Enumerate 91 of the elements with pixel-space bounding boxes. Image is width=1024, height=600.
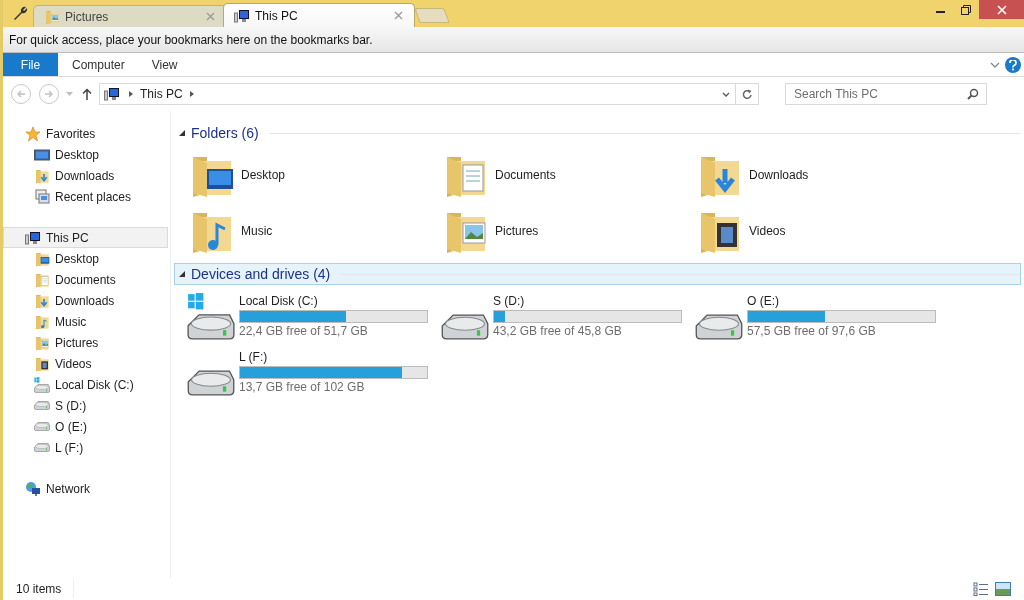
drive-icon xyxy=(441,314,489,340)
item-label: Documents xyxy=(55,271,116,289)
item-label: L (F:) xyxy=(55,439,84,457)
ribbon-tab[interactable]: File xyxy=(3,53,58,76)
folder-label[interactable]: Desktop xyxy=(241,166,286,184)
search-field[interactable]: Search This PC xyxy=(785,83,987,105)
drive-icon xyxy=(187,293,235,340)
globe-computer-icon xyxy=(25,480,41,497)
search-icon xyxy=(967,88,979,100)
details-view-icon[interactable] xyxy=(973,582,989,596)
address-bar[interactable]: This PC xyxy=(99,83,759,105)
folder-label[interactable]: Documents xyxy=(495,166,556,184)
close-icon[interactable] xyxy=(394,10,404,21)
sidebar-item[interactable]: S (D:) xyxy=(3,395,168,416)
computer-icon xyxy=(104,86,122,102)
windows-stack-icon xyxy=(34,188,50,205)
collapse-icon[interactable] xyxy=(179,271,185,277)
item-label: Recent places xyxy=(55,188,132,206)
folder-icon xyxy=(34,167,50,184)
free-space-text: 13,7 GB free of 102 GB xyxy=(239,379,366,395)
section-title: Devices and drives (4) xyxy=(191,264,331,284)
folder-icon xyxy=(34,355,50,372)
drive-label[interactable]: O (E:) xyxy=(747,293,936,309)
section-header[interactable]: Devices and drives (4) xyxy=(174,263,1021,285)
folder-label[interactable]: Downloads xyxy=(749,166,809,184)
computer-icon xyxy=(25,229,41,246)
folder-icon xyxy=(34,334,50,351)
drive-label[interactable]: S (D:) xyxy=(493,293,682,309)
folder-icon xyxy=(34,313,50,330)
folder-label[interactable]: Pictures xyxy=(495,222,539,240)
sidebar-item[interactable]: L (F:) xyxy=(3,437,168,458)
free-space-text: 43,2 GB free of 45,8 GB xyxy=(493,323,623,339)
large-icons-view-icon[interactable] xyxy=(995,582,1011,596)
computer-icon xyxy=(234,7,250,24)
section-header[interactable]: Folders (6) xyxy=(174,122,1021,144)
bookmarks-message: For quick access, place your bookmarks here on the bookmarks bar. xyxy=(9,31,373,49)
sidebar-item[interactable]: Videos xyxy=(3,353,168,374)
item-label: Music xyxy=(55,313,87,331)
folder-icon xyxy=(34,250,50,267)
sidebar-item[interactable]: Network xyxy=(3,478,168,499)
item-label: Videos xyxy=(55,355,92,373)
sidebar-item[interactable]: Downloads xyxy=(3,290,168,311)
sidebar-item[interactable]: Desktop xyxy=(3,144,168,165)
item-count: 10 items xyxy=(16,580,75,598)
drive-icon xyxy=(34,401,50,410)
drive-label[interactable]: Local Disk (C:) xyxy=(239,293,428,309)
sidebar-item[interactable]: Desktop xyxy=(3,248,168,269)
star-icon xyxy=(25,125,41,142)
sidebar-item[interactable]: Downloads xyxy=(3,165,168,186)
free-space-text: 22,4 GB free of 51,7 GB xyxy=(239,323,369,339)
free-space-text: 57,5 GB free of 97,6 GB xyxy=(747,323,877,339)
item-label: Local Disk (C:) xyxy=(55,376,134,394)
item-label: Pictures xyxy=(55,334,99,352)
sidebar-item[interactable]: Documents xyxy=(3,269,168,290)
item-label: Downloads xyxy=(55,167,115,185)
sidebar-item[interactable]: This PC xyxy=(3,227,168,248)
folder-label[interactable]: Music xyxy=(241,222,273,240)
sidebar-item[interactable]: Favorites xyxy=(3,123,168,144)
breadcrumb[interactable]: This PC xyxy=(140,85,183,103)
item-label: Network xyxy=(46,480,90,498)
breadcrumb-arrow-icon[interactable] xyxy=(129,91,133,97)
ribbon-tab[interactable]: View xyxy=(138,53,191,76)
folder-icon xyxy=(44,8,60,25)
item-label: S (D:) xyxy=(55,397,87,415)
drive-icon xyxy=(34,422,50,431)
item-label: O (E:) xyxy=(55,418,87,436)
help-icon[interactable] xyxy=(1005,57,1021,73)
drive-icon xyxy=(187,370,235,396)
item-label: This PC xyxy=(46,229,89,247)
ribbon-tab[interactable]: Computer xyxy=(59,53,138,76)
item-label: Favorites xyxy=(46,125,96,143)
sidebar-item[interactable]: O (E:) xyxy=(3,416,168,437)
monitor-icon xyxy=(34,146,50,163)
folder-icon xyxy=(34,292,50,309)
breadcrumb-arrow-icon[interactable] xyxy=(189,91,194,97)
section-title: Folders (6) xyxy=(191,123,259,143)
browser-tab[interactable]: This PC xyxy=(223,3,415,27)
sidebar-item[interactable]: Local Disk (C:) xyxy=(3,374,168,395)
item-label: Desktop xyxy=(55,250,100,268)
folder-icon xyxy=(34,271,50,288)
drive-icon xyxy=(695,314,743,340)
item-label: Downloads xyxy=(55,292,115,310)
folder-label[interactable]: Videos xyxy=(749,222,786,240)
drive-icon xyxy=(34,443,50,452)
drive-icon xyxy=(34,376,50,393)
collapse-icon[interactable] xyxy=(179,130,185,136)
sidebar-item[interactable]: Pictures xyxy=(3,332,168,353)
item-label: Desktop xyxy=(55,146,100,164)
sidebar-item[interactable]: Music xyxy=(3,311,168,332)
drive-label[interactable]: L (F:) xyxy=(239,349,428,365)
sidebar-item[interactable]: Recent places xyxy=(3,186,168,207)
